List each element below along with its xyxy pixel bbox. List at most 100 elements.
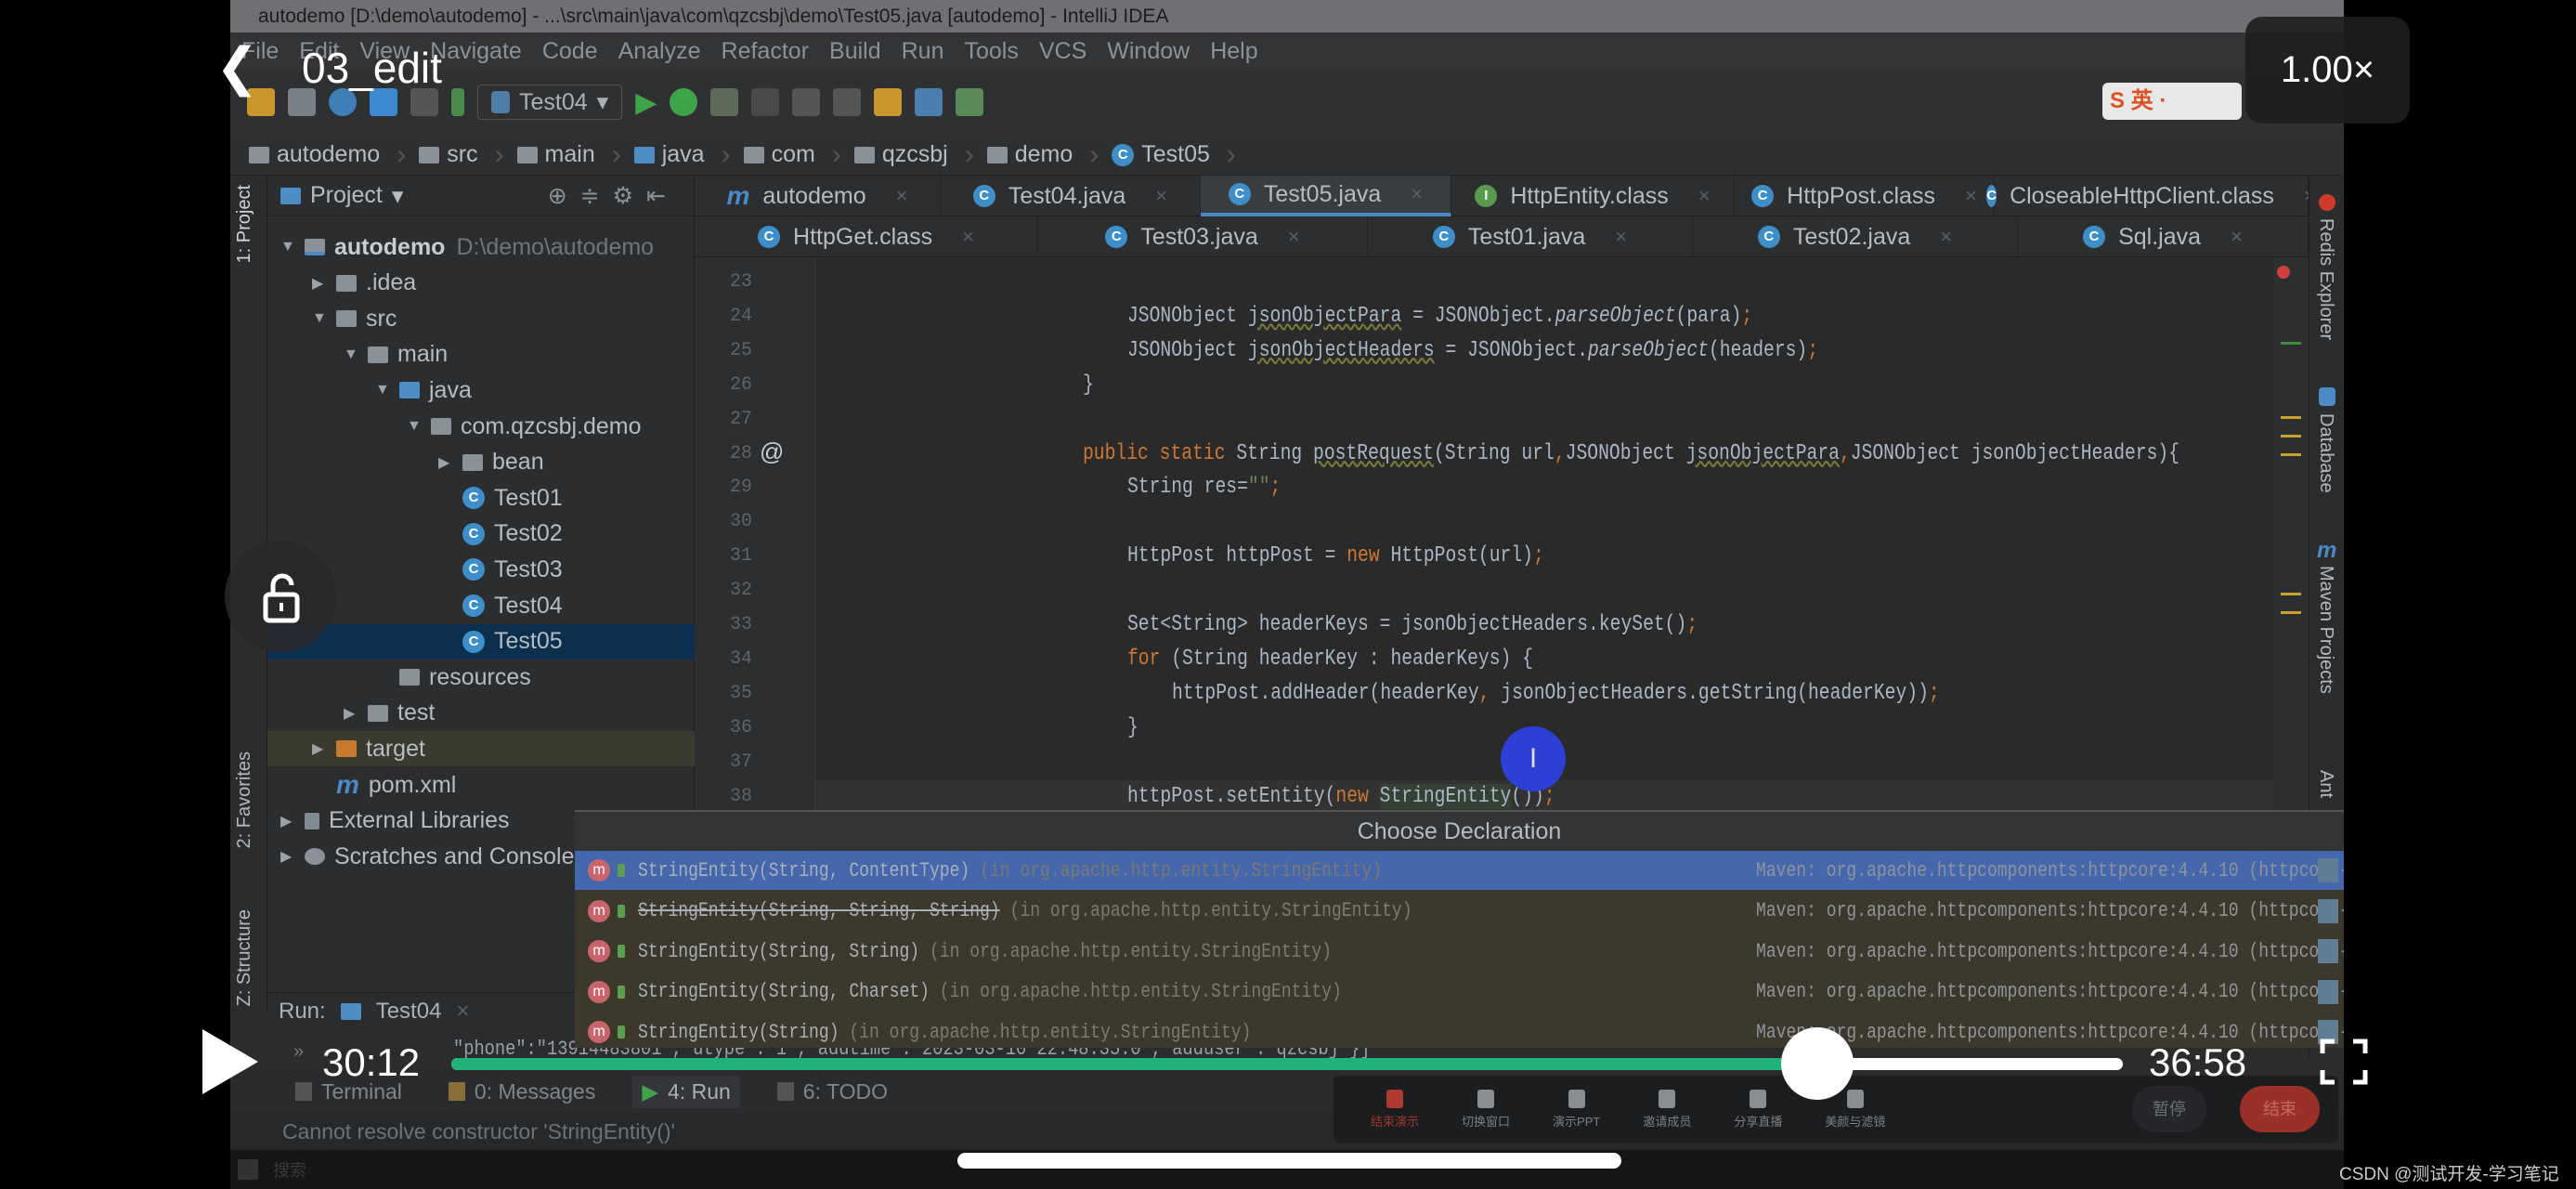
close-icon[interactable]: × [456, 999, 469, 1025]
close-tab-icon[interactable]: × [1288, 225, 1300, 249]
tab-closeablehttpclient-class[interactable]: CCloseableHttpClient.class× [1986, 176, 2316, 216]
code-line[interactable]: } [1127, 712, 1138, 745]
breadcrumb-item[interactable]: main [516, 139, 621, 171]
debug-icon[interactable] [670, 88, 698, 116]
tree-item-test[interactable]: ▶ test [267, 696, 695, 731]
code-line[interactable]: for (String headerKey : headerKeys) { [1127, 643, 1533, 676]
ant-tool-button[interactable]: Ant [2315, 770, 2336, 798]
code-line[interactable]: } [1083, 369, 1094, 402]
maven-projects-tool-button[interactable]: Maven Projects [2315, 566, 2336, 694]
tree-item-autodemo[interactable]: ▼ autodemo D:\demo\autodemo [267, 229, 695, 265]
database-tool-button[interactable]: Database [2315, 413, 2336, 493]
screen-lock-button[interactable] [225, 541, 336, 652]
build-icon[interactable] [451, 88, 464, 116]
close-tab-icon[interactable]: × [1940, 225, 1952, 249]
declaration-item[interactable]: m StringEntity(String, String) (in org.ap… [575, 932, 2344, 971]
tab-test02-java[interactable]: C Test02.java × [1693, 216, 2018, 257]
progress-slider[interactable] [451, 1027, 2123, 1100]
code-line[interactable]: HttpPost httpPost = new HttpPost(url); [1127, 540, 1544, 573]
close-tab-icon[interactable]: × [1411, 182, 1423, 206]
tool-tab-6-todo[interactable]: 6: TODO [768, 1076, 897, 1108]
menu-vcs[interactable]: VCS [1039, 33, 1086, 70]
fullscreen-icon[interactable] [2320, 1039, 2368, 1090]
play-button[interactable] [202, 1029, 258, 1094]
menu-code[interactable]: Code [542, 33, 598, 70]
close-tab-icon[interactable]: × [896, 184, 908, 208]
code-line[interactable]: Set<String> headerKeys = jsonObjectHeade… [1127, 608, 1698, 642]
expand-icon[interactable]: » [293, 1041, 304, 1063]
windows-start-icon[interactable] [238, 1159, 258, 1180]
breadcrumb-item[interactable]: qzcsbj [853, 139, 974, 171]
close-tab-icon[interactable]: × [962, 225, 974, 249]
meeting-button[interactable]: 演示PPT [1553, 1089, 1600, 1130]
run-tab-test04[interactable]: Test04 [376, 999, 442, 1025]
coverage-icon[interactable] [710, 88, 739, 116]
breadcrumb-item[interactable]: C Test05 [1112, 139, 1236, 171]
breadcrumb-item[interactable]: java [633, 139, 731, 171]
chevron-right-icon[interactable]: ▶ [280, 812, 297, 830]
code-line[interactable]: httpPost.addHeader(headerKey, jsonObject… [1172, 677, 1940, 711]
menu-build[interactable]: Build [829, 33, 881, 70]
code-line[interactable]: httpPost.setEntity(new StringEntity()); [1127, 780, 1555, 814]
chevron-right-icon[interactable]: ▶ [280, 847, 297, 866]
menu-navigate[interactable]: Navigate [430, 33, 522, 70]
meeting-button[interactable]: 切换窗口 [1462, 1089, 1510, 1130]
tree-item--idea[interactable]: ▶ .idea [267, 266, 695, 301]
chevron-down-icon[interactable]: ▼ [344, 346, 360, 363]
vcs-update-icon[interactable] [792, 88, 821, 116]
menu-refactor[interactable]: Refactor [722, 33, 809, 70]
tree-item-test01[interactable]: C Test01 [267, 480, 695, 516]
sdk-icon[interactable] [956, 88, 984, 116]
tab-httpentity-class[interactable]: I HttpEntity.class × [1451, 176, 1735, 216]
menu-analyze[interactable]: Analyze [618, 33, 701, 70]
chevron-down-icon[interactable]: ▼ [280, 239, 297, 255]
breadcrumb-item[interactable]: com [743, 139, 841, 171]
menu-window[interactable]: Window [1107, 33, 1190, 70]
progress-knob[interactable] [1780, 1027, 1854, 1100]
pause-button[interactable]: 暂停 [2132, 1086, 2206, 1132]
tool-tab-4-run[interactable]: ▶ 4: Run [632, 1075, 740, 1108]
close-tab-icon[interactable]: × [1615, 225, 1627, 249]
panel-actions[interactable]: ⊕≑⚙⇤ [548, 182, 679, 210]
breadcrumb-item[interactable]: demo [986, 139, 1099, 171]
meeting-button[interactable]: 邀请成员 [1643, 1089, 1691, 1130]
menu-help[interactable]: Help [1210, 33, 1257, 70]
close-tab-icon[interactable]: × [2231, 225, 2243, 249]
taskbar-search[interactable]: 搜索 [273, 1157, 306, 1182]
close-tab-icon[interactable]: × [1698, 184, 1711, 208]
meeting-button[interactable]: 结束演示 [1371, 1089, 1419, 1130]
tab-httpget-class[interactable]: C HttpGet.class × [695, 216, 1038, 257]
close-tab-icon[interactable]: × [1965, 184, 1977, 208]
tab-test01-java[interactable]: C Test01.java × [1368, 216, 1693, 257]
close-tab-icon[interactable]: × [1155, 184, 1167, 208]
project-tool-button[interactable]: 1: Project [234, 185, 255, 263]
chevron-right-icon[interactable]: ▶ [438, 453, 455, 472]
tree-item-bean[interactable]: ▶ bean [267, 445, 695, 480]
declaration-item[interactable]: m StringEntity(String, ContentType) (in o… [575, 851, 2344, 890]
tab-test04-java[interactable]: C Test04.java × [941, 176, 1201, 216]
chevron-down-icon[interactable]: ▼ [407, 418, 423, 435]
tree-item-resources[interactable]: resources [267, 660, 695, 695]
project-structure-icon[interactable] [915, 88, 943, 116]
tab-sql-java[interactable]: C Sql.java × [2018, 216, 2309, 257]
chevron-right-icon[interactable]: ▶ [312, 274, 329, 293]
declaration-item[interactable]: m StringEntity(String, Charset) (in org.a… [575, 973, 2344, 1012]
override-marker-icon[interactable]: @ [760, 438, 784, 466]
tree-item-com-qzcsbj-demo[interactable]: ▼ com.qzcsbj.demo [267, 409, 695, 444]
tab-httppost-class[interactable]: C HttpPost.class × [1735, 176, 1995, 216]
tree-item-java[interactable]: ▼ java [267, 372, 695, 408]
breadcrumb-item[interactable]: autodemo [249, 139, 406, 171]
tool-tab-0-messages[interactable]: 0: Messages [439, 1076, 605, 1108]
run-icon[interactable]: ▶ [635, 86, 657, 119]
tab-test05-java[interactable]: C Test05.java × [1201, 176, 1451, 216]
tab-autodemo[interactable]: m autodemo × [695, 176, 941, 216]
tree-item-src[interactable]: ▼ src [267, 301, 695, 336]
end-meeting-button[interactable]: 结束 [2240, 1086, 2320, 1132]
chevron-right-icon[interactable]: ▶ [312, 739, 329, 758]
meeting-button[interactable]: 分享直播 [1734, 1089, 1782, 1130]
back-arrow-icon[interactable]: ❮ [215, 41, 259, 93]
home-indicator[interactable] [957, 1153, 1621, 1169]
code-line[interactable]: JSONObject jsonObjectHeaders = JSONObjec… [1127, 334, 1818, 368]
code-line[interactable]: public static String postRequest(String … [1083, 438, 2179, 471]
ime-toolbar-icon[interactable]: S 英 · [2102, 83, 2242, 120]
